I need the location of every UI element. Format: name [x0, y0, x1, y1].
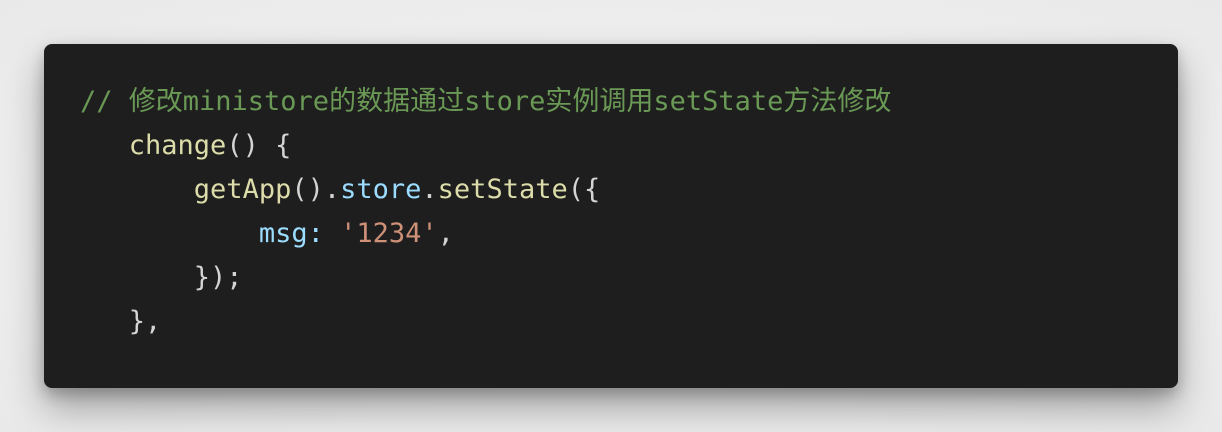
code-token-property: msg — [258, 218, 308, 249]
code-line-close-method: }, — [80, 300, 1178, 344]
code-line-comment: // 修改ministore的数据通过store实例调用setState方法修改 — [80, 80, 1178, 124]
code-line-close-call: }); — [80, 256, 1178, 300]
code-line-method-declaration: change() { — [80, 124, 1178, 168]
code-token-punctuation: () { — [226, 130, 292, 161]
code-token-punctuation: }); — [193, 262, 243, 293]
code-token-comment: // 修改ministore的数据通过store实例调用setState方法修改 — [80, 86, 892, 117]
code-line-setstate-call: getApp().store.setState({ — [80, 168, 1178, 212]
code-token-punctuation: . — [421, 174, 438, 205]
code-token-property: : — [307, 218, 341, 249]
code-line-msg-property: msg: '1234', — [80, 212, 1178, 256]
code-token-punctuation: (). — [291, 174, 341, 205]
code-token-punctuation: }, — [128, 306, 162, 337]
code-snippet-window: // 修改ministore的数据通过store实例调用setState方法修改… — [44, 44, 1178, 388]
code-token-punctuation: ({ — [567, 174, 601, 205]
code-token-function: getApp — [193, 174, 292, 205]
code-token-string: '1234' — [340, 218, 438, 249]
code-token-function: change — [128, 130, 227, 161]
code-token-property: store — [340, 174, 422, 205]
code-token-function: setState — [437, 174, 568, 205]
code-token-punctuation: , — [437, 218, 454, 249]
